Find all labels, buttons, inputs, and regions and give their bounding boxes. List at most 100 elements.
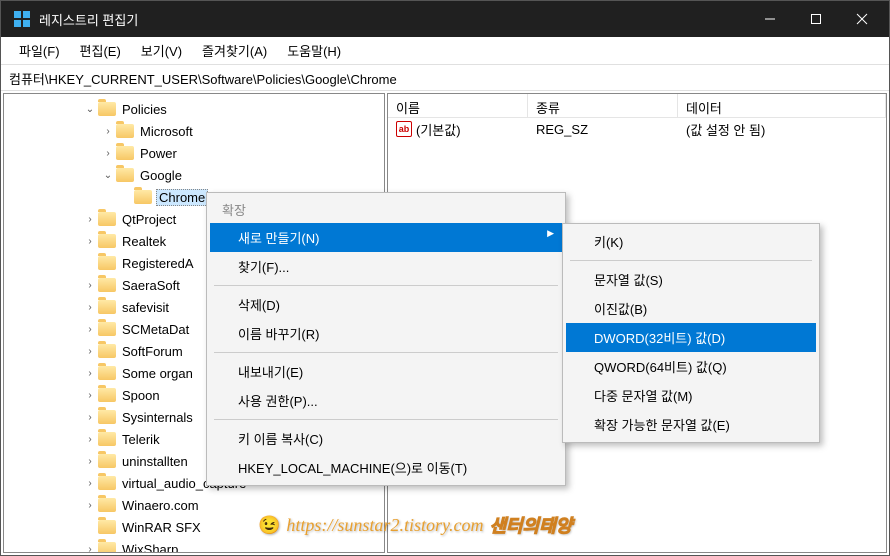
chevron-right-icon[interactable]: › — [82, 346, 98, 357]
chevron-right-icon[interactable]: › — [82, 324, 98, 335]
separator — [214, 419, 558, 420]
chevron-right-icon[interactable]: › — [82, 214, 98, 225]
tree-node-label: Spoon — [120, 388, 162, 403]
tree-node[interactable]: ›Winaero.com — [4, 494, 384, 516]
folder-icon — [98, 256, 116, 270]
folder-icon — [98, 432, 116, 446]
chevron-right-icon[interactable]: › — [82, 412, 98, 423]
address-path: 컴퓨터\HKEY_CURRENT_USER\Software\Policies\… — [9, 72, 397, 87]
tree-node-label: SaeraSoft — [120, 278, 182, 293]
tree-node-label: RegisteredA — [120, 256, 196, 271]
folder-icon — [98, 322, 116, 336]
folder-icon — [134, 190, 152, 204]
maximize-button[interactable] — [793, 1, 839, 37]
chevron-down-icon[interactable]: ⌄ — [100, 170, 116, 181]
tree-node[interactable]: ⌄ Google — [4, 164, 384, 186]
chevron-right-icon[interactable]: › — [100, 126, 116, 137]
menu-new[interactable]: 새로 만들기(N) — [210, 223, 562, 252]
folder-icon — [98, 410, 116, 424]
menu-file[interactable]: 파일(F) — [9, 37, 70, 64]
folder-icon — [98, 366, 116, 380]
chevron-right-icon[interactable]: › — [82, 236, 98, 247]
app-icon — [13, 10, 31, 28]
menu-copy-key-name[interactable]: 키 이름 복사(C) — [210, 424, 562, 453]
menu-delete[interactable]: 삭제(D) — [210, 290, 562, 319]
chevron-right-icon[interactable]: › — [82, 302, 98, 313]
folder-icon — [98, 520, 116, 534]
menu-help[interactable]: 도움말(H) — [277, 37, 351, 64]
chevron-right-icon[interactable]: › — [82, 456, 98, 467]
address-bar[interactable]: 컴퓨터\HKEY_CURRENT_USER\Software\Policies\… — [1, 65, 889, 91]
folder-icon — [116, 146, 134, 160]
separator — [214, 285, 558, 286]
chevron-right-icon[interactable]: › — [82, 368, 98, 379]
chevron-right-icon[interactable]: › — [82, 478, 98, 489]
tree-node[interactable]: WinRAR SFX — [4, 516, 384, 538]
chevron-right-icon[interactable]: › — [100, 148, 116, 159]
separator — [570, 260, 812, 261]
tree-node[interactable]: › WixSharp — [4, 538, 384, 553]
chevron-down-icon[interactable]: ⌄ — [82, 104, 98, 115]
submenu-dword-value[interactable]: DWORD(32비트) 값(D) — [566, 323, 816, 352]
menu-permissions[interactable]: 사용 권한(P)... — [210, 386, 562, 415]
submenu-string-value[interactable]: 문자열 값(S) — [566, 265, 816, 294]
header-data[interactable]: 데이터 — [678, 94, 886, 117]
folder-icon — [98, 212, 116, 226]
value-data: (값 설정 안 됨) — [678, 118, 886, 141]
header-name[interactable]: 이름 — [388, 94, 528, 117]
header-type[interactable]: 종류 — [528, 94, 678, 117]
window-title: 레지스트리 편집기 — [39, 10, 747, 29]
submenu-qword-value[interactable]: QWORD(64비트) 값(Q) — [566, 352, 816, 381]
submenu-key[interactable]: 키(K) — [566, 227, 816, 256]
tree-node-label: SCMetaDat — [120, 322, 191, 337]
menu-export[interactable]: 내보내기(E) — [210, 357, 562, 386]
chevron-right-icon[interactable]: › — [82, 544, 98, 554]
chevron-right-icon[interactable]: › — [82, 434, 98, 445]
folder-icon — [116, 124, 134, 138]
menu-edit[interactable]: 편집(E) — [70, 37, 131, 64]
value-name: (기본값) — [416, 120, 461, 139]
submenu-binary-value[interactable]: 이진값(B) — [566, 294, 816, 323]
tree-node[interactable]: › Microsoft — [4, 120, 384, 142]
value-name-cell: ab (기본값) — [388, 118, 528, 141]
tree-node[interactable]: ⌄ Policies — [4, 98, 384, 120]
separator — [214, 352, 558, 353]
titlebar-buttons — [747, 1, 885, 37]
folder-icon — [98, 234, 116, 248]
tree-node-label: Microsoft — [138, 124, 195, 139]
tree-node-label: Power — [138, 146, 179, 161]
chevron-right-icon[interactable]: › — [82, 390, 98, 401]
string-value-icon: ab — [396, 121, 412, 137]
menu-find[interactable]: 찾기(F)... — [210, 252, 562, 281]
tree-node-label: Google — [138, 168, 184, 183]
close-button[interactable] — [839, 1, 885, 37]
list-row[interactable]: ab (기본값) REG_SZ (값 설정 안 됨) — [388, 118, 886, 140]
folder-icon — [116, 168, 134, 182]
minimize-button[interactable] — [747, 1, 793, 37]
submenu-multistring-value[interactable]: 다중 문자열 값(M) — [566, 381, 816, 410]
chevron-right-icon[interactable]: › — [82, 500, 98, 511]
tree-node-label: WixSharp — [120, 542, 180, 554]
folder-icon — [98, 498, 116, 512]
menu-favorites[interactable]: 즐겨찾기(A) — [192, 37, 277, 64]
chevron-right-icon[interactable]: › — [82, 280, 98, 291]
menubar: 파일(F) 편집(E) 보기(V) 즐겨찾기(A) 도움말(H) — [1, 37, 889, 65]
menu-rename[interactable]: 이름 바꾸기(R) — [210, 319, 562, 348]
context-submenu-new: 키(K) 문자열 값(S) 이진값(B) DWORD(32비트) 값(D) QW… — [562, 223, 820, 443]
folder-icon — [98, 542, 116, 553]
folder-icon — [98, 300, 116, 314]
tree-node-label: Policies — [120, 102, 169, 117]
folder-icon — [98, 102, 116, 116]
context-menu-title: 확장 — [210, 196, 562, 223]
context-menu: 확장 새로 만들기(N) 찾기(F)... 삭제(D) 이름 바꾸기(R) 내보… — [206, 192, 566, 486]
tree-node-label: WinRAR SFX — [120, 520, 203, 535]
submenu-expandstring-value[interactable]: 확장 가능한 문자열 값(E) — [566, 410, 816, 439]
folder-icon — [98, 344, 116, 358]
value-type: REG_SZ — [528, 120, 678, 139]
tree-node-label: Some organ — [120, 366, 195, 381]
menu-goto-hklm[interactable]: HKEY_LOCAL_MACHINE(으)로 이동(T) — [210, 453, 562, 482]
list-header: 이름 종류 데이터 — [388, 94, 886, 118]
tree-node[interactable]: › Power — [4, 142, 384, 164]
menu-view[interactable]: 보기(V) — [131, 37, 192, 64]
tree-node-label: Chrome — [156, 189, 208, 206]
